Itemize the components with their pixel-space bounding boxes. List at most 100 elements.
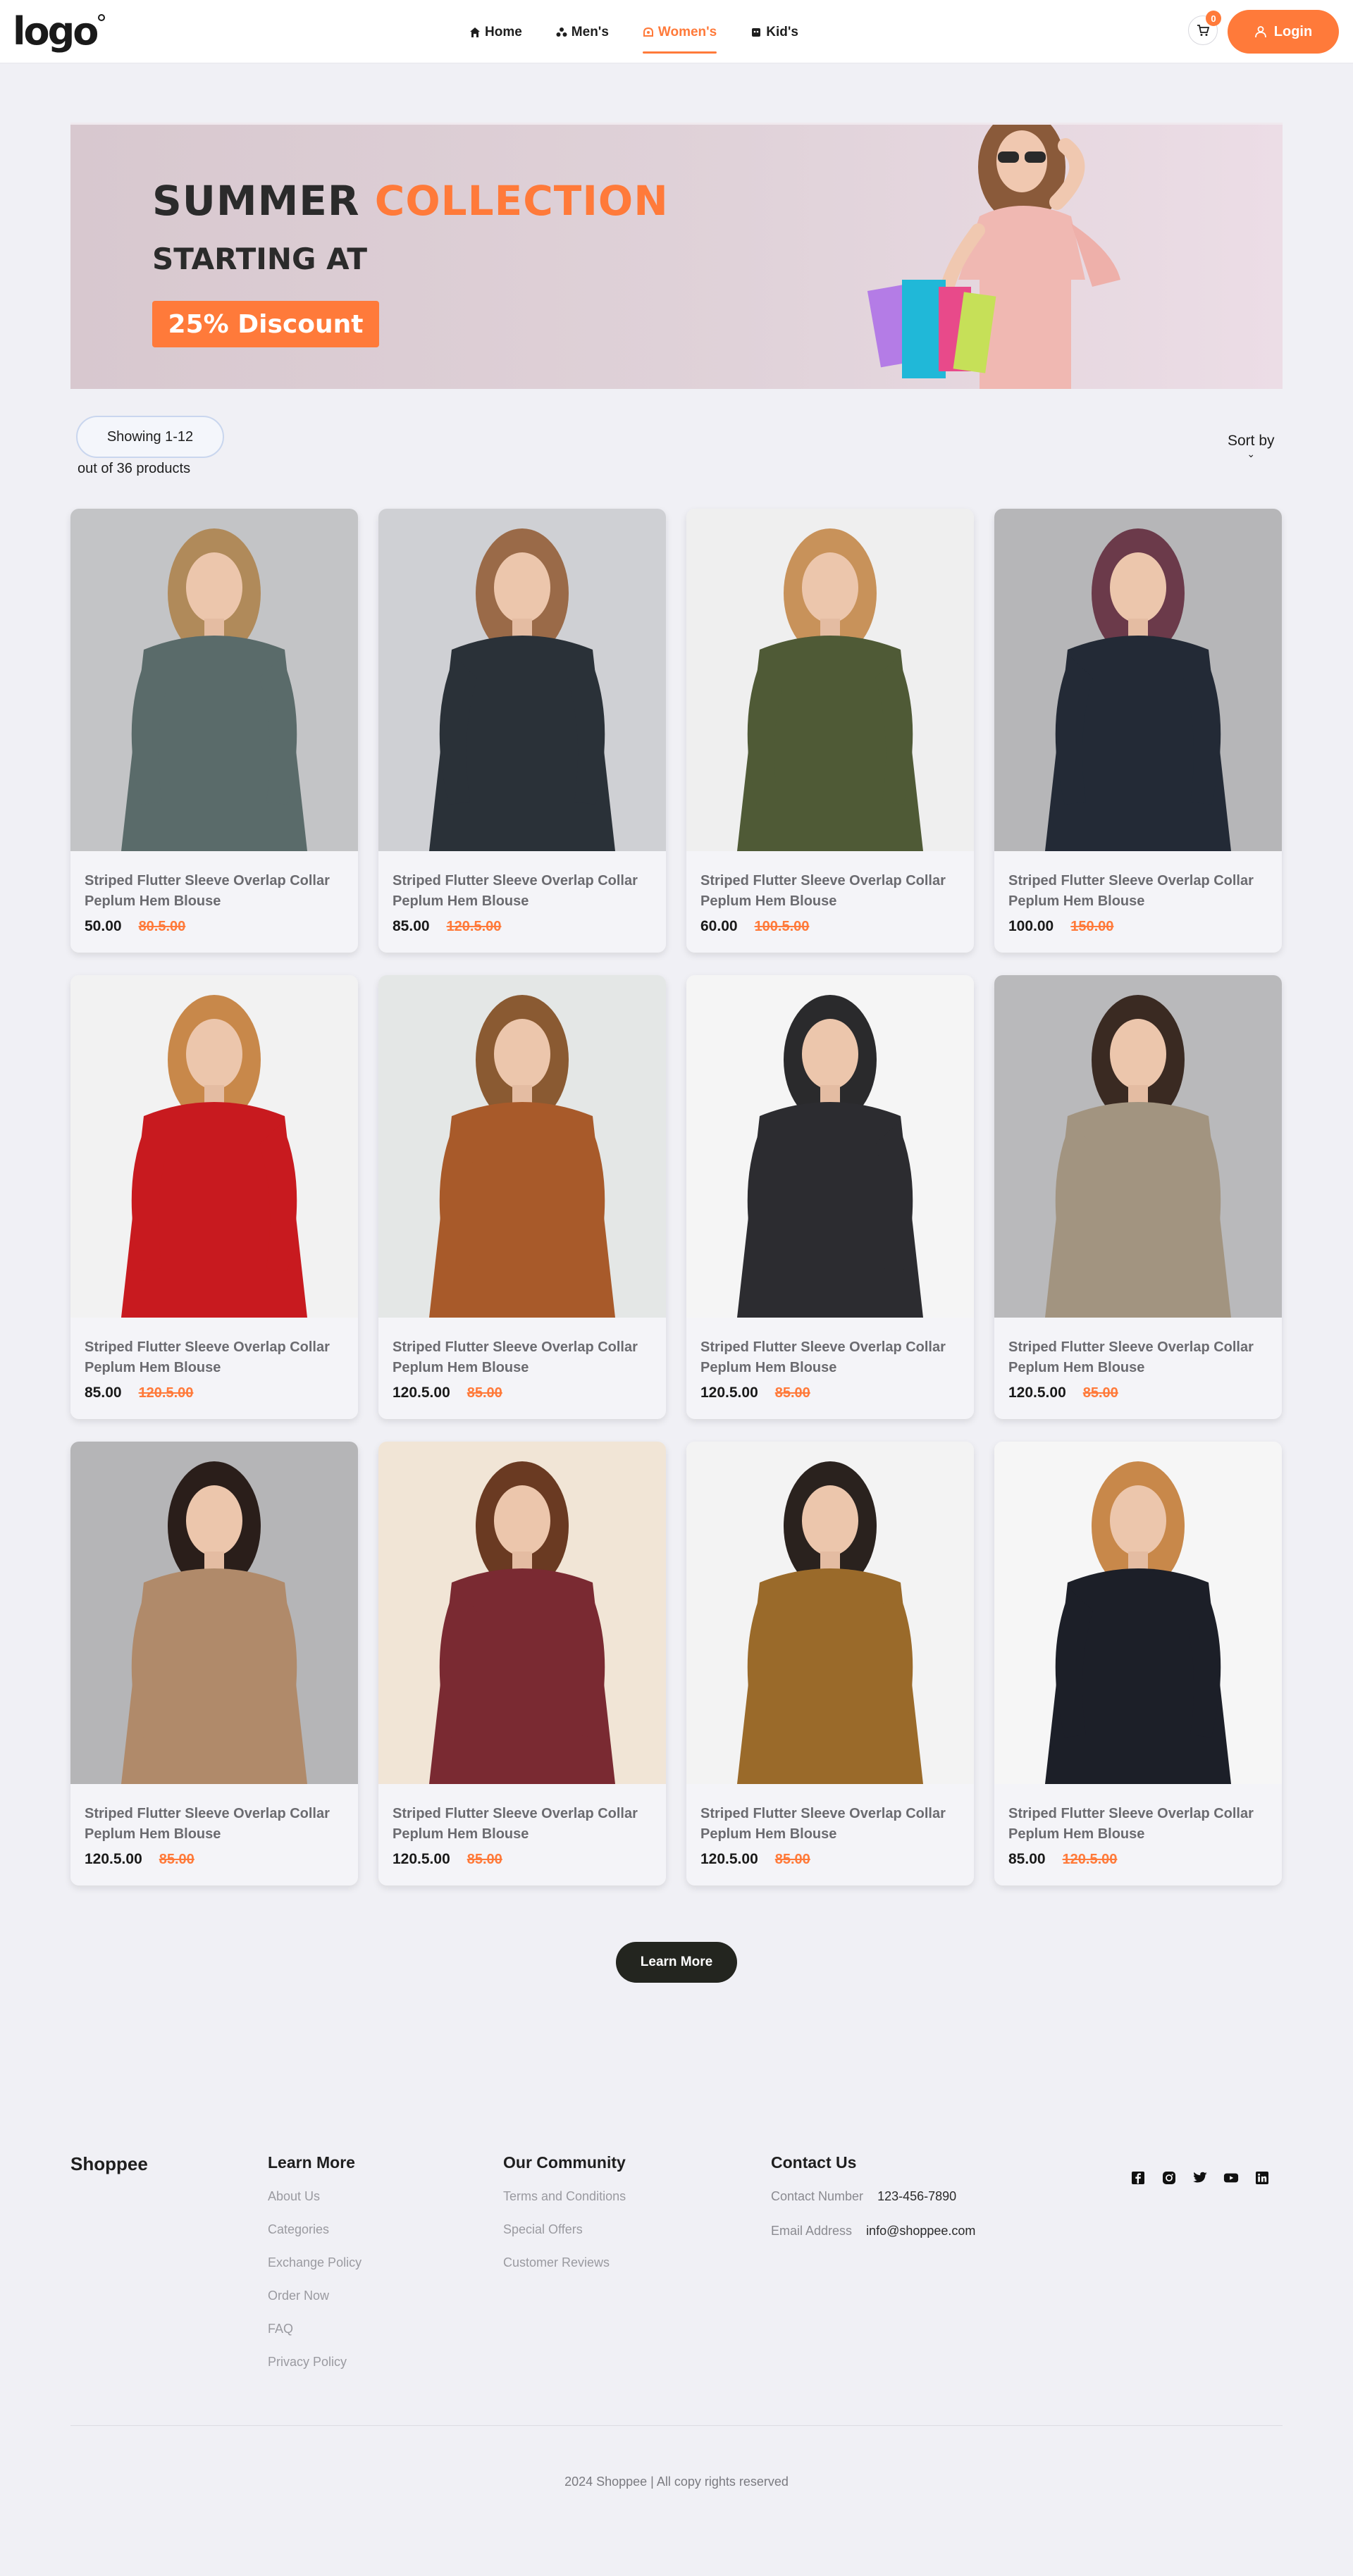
product-image[interactable] xyxy=(994,509,1282,851)
nav-item-kids[interactable]: Kid's xyxy=(750,21,798,44)
product-title[interactable]: Striped Flutter Sleeve Overlap Collar Pe… xyxy=(393,1804,653,1845)
contact-email-value[interactable]: info@shoppee.com xyxy=(866,2224,975,2238)
product-card[interactable]: Striped Flutter Sleeve Overlap Collar Pe… xyxy=(994,1442,1282,1885)
facebook-icon[interactable] xyxy=(1130,2170,1146,2186)
nav-label-home: Home xyxy=(485,25,522,39)
product-card[interactable]: Striped Flutter Sleeve Overlap Collar Pe… xyxy=(378,975,666,1419)
product-card[interactable]: Striped Flutter Sleeve Overlap Collar Pe… xyxy=(70,509,358,953)
youtube-icon[interactable] xyxy=(1223,2170,1239,2186)
sort-dropdown[interactable]: Sort by ⌄ xyxy=(1228,433,1275,460)
product-image[interactable] xyxy=(378,975,666,1318)
user-icon xyxy=(1254,26,1266,38)
footer-link-terms[interactable]: Terms and Conditions xyxy=(503,2189,626,2204)
product-image[interactable] xyxy=(70,1442,358,1784)
nav-item-home[interactable]: Home xyxy=(469,21,522,44)
product-image[interactable] xyxy=(686,1442,974,1784)
product-prices: 120.5.00 85.00 xyxy=(393,1851,502,1868)
nav-item-mens[interactable]: Men's xyxy=(556,21,609,44)
login-button[interactable]: Login xyxy=(1228,10,1339,54)
footer-link-exchange-policy[interactable]: Exchange Policy xyxy=(268,2255,362,2270)
footer-link-customer-reviews[interactable]: Customer Reviews xyxy=(503,2255,626,2270)
nav-item-womens[interactable]: Women's xyxy=(642,21,717,54)
product-image[interactable] xyxy=(70,509,358,851)
product-model-image xyxy=(378,975,666,1318)
footer-link-categories[interactable]: Categories xyxy=(268,2222,362,2237)
product-card[interactable]: Striped Flutter Sleeve Overlap Collar Pe… xyxy=(994,509,1282,953)
product-title[interactable]: Striped Flutter Sleeve Overlap Collar Pe… xyxy=(1008,871,1269,912)
product-image[interactable] xyxy=(378,1442,666,1784)
contact-phone-value[interactable]: 123-456-7890 xyxy=(877,2189,956,2204)
product-old-price: 85.00 xyxy=(1082,1385,1118,1401)
product-title[interactable]: Striped Flutter Sleeve Overlap Collar Pe… xyxy=(700,871,961,912)
product-card[interactable]: Striped Flutter Sleeve Overlap Collar Pe… xyxy=(70,975,358,1419)
footer-link-privacy-policy[interactable]: Privacy Policy xyxy=(268,2355,362,2370)
footer-learn-more-heading: Learn More xyxy=(268,2153,355,2172)
product-card[interactable]: Striped Flutter Sleeve Overlap Collar Pe… xyxy=(378,509,666,953)
product-price: 100.00 xyxy=(1008,918,1054,934)
product-old-price: 80.5.00 xyxy=(138,919,186,934)
product-prices: 50.00 80.5.00 xyxy=(85,918,185,935)
product-old-price: 150.00 xyxy=(1070,919,1114,934)
product-title[interactable]: Striped Flutter Sleeve Overlap Collar Pe… xyxy=(700,1804,961,1845)
twitter-icon[interactable] xyxy=(1192,2170,1208,2186)
product-model-image xyxy=(70,1442,358,1784)
home-icon xyxy=(470,27,480,37)
logo[interactable]: logo xyxy=(13,8,106,55)
product-title[interactable]: Striped Flutter Sleeve Overlap Collar Pe… xyxy=(393,871,653,912)
footer-link-about-us[interactable]: About Us xyxy=(268,2189,362,2204)
showing-count-pill: Showing 1-12 xyxy=(76,416,224,458)
nav-label-womens: Women's xyxy=(657,25,717,39)
product-prices: 100.00 150.00 xyxy=(1008,918,1113,935)
main-nav: Home Men's Women's Kid's xyxy=(469,21,832,54)
product-model-image xyxy=(70,509,358,851)
banner-model-image xyxy=(867,125,1120,389)
product-title[interactable]: Striped Flutter Sleeve Overlap Collar Pe… xyxy=(85,1804,345,1845)
product-price: 120.5.00 xyxy=(85,1851,142,1867)
nav-label-mens: Men's xyxy=(571,25,609,39)
contact-email-label: Email Address xyxy=(771,2224,853,2238)
product-total-text: out of 36 products xyxy=(78,461,191,476)
contact-email-row: Email Address info@shoppee.com xyxy=(771,2224,975,2238)
linkedin-icon[interactable] xyxy=(1254,2170,1270,2186)
product-old-price: 85.00 xyxy=(159,1852,194,1867)
product-old-price: 120.5.00 xyxy=(1062,1852,1118,1867)
cart-button[interactable]: 0 xyxy=(1188,11,1221,45)
product-title[interactable]: Striped Flutter Sleeve Overlap Collar Pe… xyxy=(700,1337,961,1378)
product-card[interactable]: Striped Flutter Sleeve Overlap Collar Pe… xyxy=(686,975,974,1419)
product-title[interactable]: Striped Flutter Sleeve Overlap Collar Pe… xyxy=(85,1337,345,1378)
promo-banner[interactable]: SUMMER COLLECTION STARTING AT 25% Discou… xyxy=(70,123,1283,389)
product-title[interactable]: Striped Flutter Sleeve Overlap Collar Pe… xyxy=(85,871,345,912)
product-image[interactable] xyxy=(994,975,1282,1318)
footer-link-special-offers[interactable]: Special Offers xyxy=(503,2222,626,2237)
product-title[interactable]: Striped Flutter Sleeve Overlap Collar Pe… xyxy=(393,1337,653,1378)
product-card[interactable]: Striped Flutter Sleeve Overlap Collar Pe… xyxy=(994,975,1282,1419)
product-old-price: 85.00 xyxy=(467,1385,502,1401)
footer-link-faq[interactable]: FAQ xyxy=(268,2322,362,2336)
footer-link-order-now[interactable]: Order Now xyxy=(268,2289,362,2303)
product-card[interactable]: Striped Flutter Sleeve Overlap Collar Pe… xyxy=(686,1442,974,1885)
product-title[interactable]: Striped Flutter Sleeve Overlap Collar Pe… xyxy=(1008,1804,1269,1845)
product-card[interactable]: Striped Flutter Sleeve Overlap Collar Pe… xyxy=(686,509,974,953)
product-prices: 85.00 120.5.00 xyxy=(85,1385,193,1401)
sort-label: Sort by xyxy=(1228,433,1275,449)
product-image[interactable] xyxy=(686,509,974,851)
product-card[interactable]: Striped Flutter Sleeve Overlap Collar Pe… xyxy=(378,1442,666,1885)
product-image[interactable] xyxy=(994,1442,1282,1784)
banner-title: SUMMER COLLECTION xyxy=(152,177,669,225)
product-model-image xyxy=(994,1442,1282,1784)
footer-brand: Shoppee xyxy=(70,2153,148,2174)
learn-more-button[interactable]: Learn More xyxy=(616,1942,737,1983)
product-image[interactable] xyxy=(70,975,358,1318)
product-price: 120.5.00 xyxy=(393,1385,450,1401)
product-model-image xyxy=(686,975,974,1318)
product-title[interactable]: Striped Flutter Sleeve Overlap Collar Pe… xyxy=(1008,1337,1269,1378)
product-price: 120.5.00 xyxy=(393,1851,450,1867)
footer-divider xyxy=(70,2425,1283,2426)
product-image[interactable] xyxy=(686,975,974,1318)
logo-dot xyxy=(98,14,106,21)
instagram-icon[interactable] xyxy=(1161,2170,1177,2186)
men-icon xyxy=(556,27,567,37)
product-image[interactable] xyxy=(378,509,666,851)
product-prices: 120.5.00 85.00 xyxy=(700,1385,810,1401)
product-card[interactable]: Striped Flutter Sleeve Overlap Collar Pe… xyxy=(70,1442,358,1885)
